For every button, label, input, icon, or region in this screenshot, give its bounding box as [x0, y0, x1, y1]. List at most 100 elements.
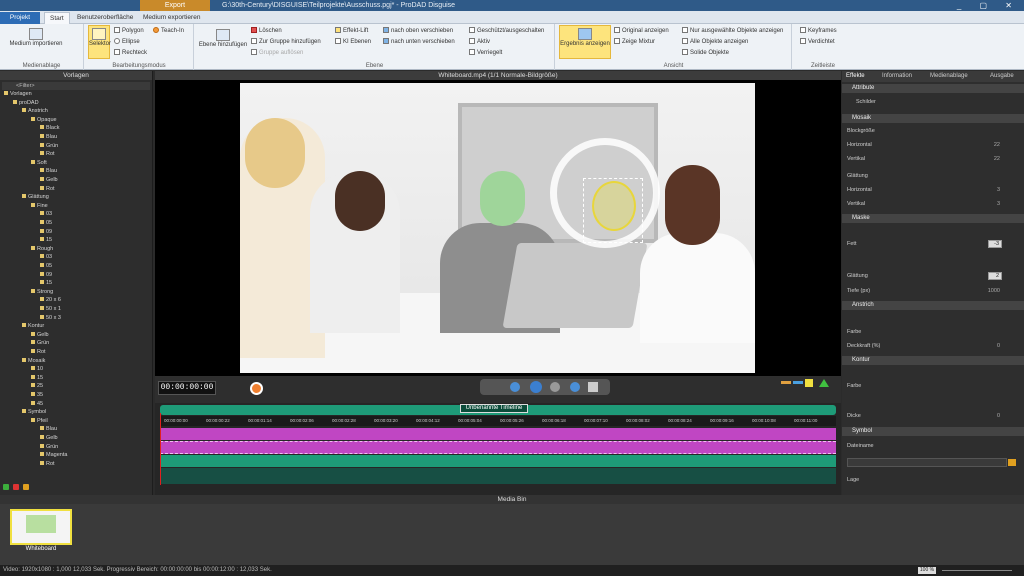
tree-item[interactable]: 09: [40, 229, 52, 236]
tree-item[interactable]: Magenta: [40, 452, 67, 459]
zoom-value[interactable]: 100 %: [918, 567, 936, 574]
value-vertical-2[interactable]: 3: [997, 201, 1000, 207]
tree-item[interactable]: Black: [40, 125, 59, 132]
remove-icon[interactable]: [13, 484, 19, 490]
delete-button[interactable]: Löschen: [251, 27, 282, 35]
tree-item[interactable]: Strong: [31, 289, 53, 296]
folder-icon[interactable]: [23, 484, 29, 490]
keyframes-checkbox[interactable]: Keyframes: [800, 27, 837, 35]
show-mix-button[interactable]: Zeige Mixtur: [614, 38, 655, 46]
tree-item[interactable]: Gelb: [31, 332, 49, 339]
tree-item[interactable]: Rot: [40, 186, 55, 193]
tree-item[interactable]: Kontur: [22, 323, 44, 330]
section-mosaik[interactable]: Mosaik: [842, 114, 1024, 123]
tree-item[interactable]: Blau: [40, 168, 57, 175]
locked-checkbox[interactable]: Verriegelt: [469, 49, 502, 57]
tree-item[interactable]: Mosaik: [22, 358, 45, 365]
tree-item[interactable]: Glättung: [22, 194, 49, 201]
tab-projekt[interactable]: Projekt: [0, 12, 40, 24]
protected-checkbox[interactable]: Geschützt/ausgeschalten: [469, 27, 544, 35]
tree-item[interactable]: 05: [40, 220, 52, 227]
show-original-button[interactable]: Original anzeigen: [614, 27, 669, 35]
ungroup-button[interactable]: Gruppe auflösen: [251, 49, 303, 57]
only-selected-checkbox[interactable]: Nur ausgewählte Objekte anzeigen: [682, 27, 783, 35]
play-icon[interactable]: [530, 381, 542, 393]
tree-item[interactable]: Gelb: [40, 177, 58, 184]
tree-item[interactable]: 25: [31, 383, 43, 390]
tree-item[interactable]: Vorlagen: [4, 91, 32, 98]
track-2-selected[interactable]: [160, 441, 836, 454]
track-4[interactable]: [160, 468, 836, 484]
tree-item[interactable]: proDAD: [13, 100, 39, 107]
import-media-button[interactable]: Medium importieren: [6, 26, 66, 48]
ki-layers-button[interactable]: KI Ebenen: [335, 38, 371, 46]
all-objects-checkbox[interactable]: Alle Objekte anzeigen: [682, 38, 748, 46]
tree-item[interactable]: 50 x 1: [40, 306, 61, 313]
stretch-checkbox[interactable]: Verdichtet: [800, 38, 835, 46]
selector-button[interactable]: Selektor: [88, 25, 111, 59]
tree-item[interactable]: 03: [40, 211, 52, 218]
tree-item[interactable]: Gelb: [40, 435, 58, 442]
tab-medium-exportieren[interactable]: Medium exportieren: [138, 12, 205, 24]
add-icon[interactable]: [3, 484, 9, 490]
solid-objects-checkbox[interactable]: Solide Objekte: [682, 49, 729, 57]
ellipse-mask[interactable]: [592, 181, 636, 231]
window-controls[interactable]: _ ▢ ✕: [957, 0, 1020, 11]
pause-icon[interactable]: [550, 382, 560, 392]
tree-item[interactable]: Grün: [31, 340, 49, 347]
tab-benutzeroberflaeche[interactable]: Benutzeroberfläche: [72, 12, 138, 24]
timeline-title[interactable]: Unbenannte Timeline: [460, 404, 528, 413]
fett-spinner[interactable]: -3: [988, 240, 1002, 248]
add-to-group-button[interactable]: Zur Gruppe hinzufügen: [251, 38, 321, 46]
value-horizontal[interactable]: 22: [994, 142, 1000, 148]
playhead[interactable]: [160, 413, 161, 485]
value-deckkraft[interactable]: 0: [997, 343, 1000, 349]
tree-item[interactable]: 15: [40, 280, 52, 287]
track-1[interactable]: [160, 428, 836, 440]
ellipse-tool[interactable]: Ellipse: [114, 38, 140, 46]
tree-item[interactable]: 15: [31, 375, 43, 382]
tab-effekte[interactable]: Effekte: [846, 73, 865, 79]
prev-frame-icon[interactable]: [510, 382, 520, 392]
tree-item[interactable]: 35: [31, 392, 43, 399]
marker-orange-icon[interactable]: [781, 381, 791, 384]
tree-item[interactable]: Pfeil: [31, 418, 48, 425]
timecode-display[interactable]: 00:00:00:00: [158, 381, 216, 395]
section-anstrich[interactable]: Anstrich: [842, 301, 1024, 310]
record-icon[interactable]: [250, 382, 263, 395]
folder-icon[interactable]: [1008, 459, 1016, 466]
marker-blue-icon[interactable]: [793, 381, 803, 384]
video-frame[interactable]: [240, 83, 755, 373]
rect-tool[interactable]: Rechteck: [114, 49, 147, 57]
polygon-tool[interactable]: Polygon: [114, 27, 144, 35]
tree-item[interactable]: Blau: [40, 134, 57, 141]
tree-item[interactable]: Grün: [40, 143, 58, 150]
teach-in-tool[interactable]: Teach-In: [153, 27, 184, 35]
tree-item[interactable]: Blau: [40, 426, 57, 433]
tree-item[interactable]: 05: [40, 263, 52, 270]
tab-medienablage[interactable]: Medienablage: [930, 73, 968, 79]
value-vertical[interactable]: 22: [994, 156, 1000, 162]
tree-item[interactable]: 45: [31, 401, 43, 408]
time-ruler[interactable]: 00:00:00:00 00:00:00:22 00:00:01:14 00:00:0…: [160, 416, 836, 426]
tree-item[interactable]: 50 x 3: [40, 315, 61, 322]
zoom-slider[interactable]: [942, 570, 1012, 571]
marker-yellow-icon[interactable]: [805, 379, 813, 387]
tab-ausgabe[interactable]: Ausgabe: [990, 73, 1014, 79]
effect-lift-button[interactable]: Effekt-Lift: [335, 27, 368, 35]
value-tiefe[interactable]: 1000: [988, 288, 1000, 294]
tab-information[interactable]: Information: [882, 73, 912, 79]
tree-item[interactable]: 15: [40, 237, 52, 244]
tree-item[interactable]: Symbol: [22, 409, 46, 416]
track-3[interactable]: [160, 455, 836, 467]
tree-item[interactable]: Anstrich: [22, 108, 48, 115]
triangle-green-icon[interactable]: [819, 379, 829, 387]
active-checkbox[interactable]: Aktiv: [469, 38, 490, 46]
tree-item[interactable]: Rough: [31, 246, 53, 253]
add-layer-button[interactable]: Ebene hinzufügen: [198, 27, 248, 49]
move-down-button[interactable]: nach unten verschieben: [383, 38, 455, 46]
tab-start[interactable]: Start: [44, 12, 70, 24]
tree-item[interactable]: Grün: [40, 444, 58, 451]
tree-item[interactable]: 10: [31, 366, 43, 373]
value-dicke[interactable]: 0: [997, 413, 1000, 419]
